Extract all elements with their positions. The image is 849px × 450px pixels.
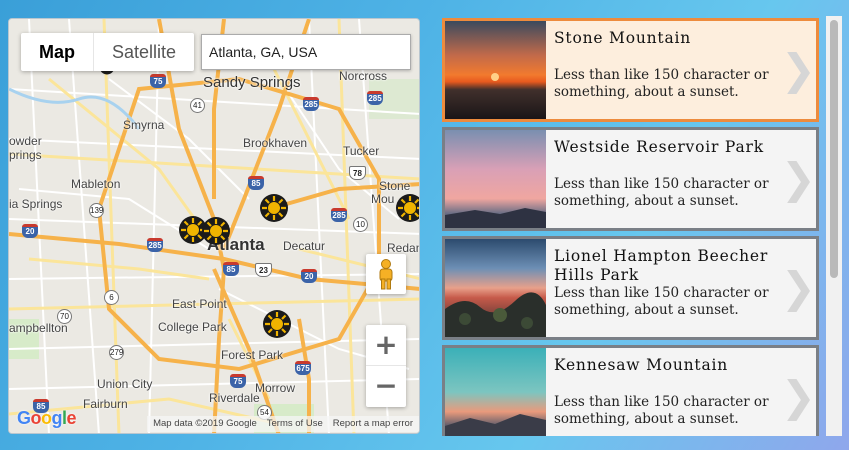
location-card-body: Stone Mountain Less than like 150 charac… [546,21,816,119]
google-logo: Google [17,408,77,428]
interstate-shield: 675 [295,361,311,375]
place-label: Forest Park [221,348,284,362]
place-label: Stone [379,179,411,193]
interstate-shield: 20 [22,224,38,238]
map[interactable]: Sandy Springs Norcross Smyrna Brookhaven… [8,18,420,434]
place-label: East Point [172,297,227,311]
zoom-out-button[interactable]: − [366,366,406,407]
list-scrollbar[interactable] [826,16,842,436]
location-card[interactable]: Kennesaw Mountain Less than like 150 cha… [442,345,819,436]
interstate-shield: 75 [230,374,246,388]
chevron-right-icon: ❯ [780,263,816,312]
interstate-shield: 285 [367,91,383,105]
report-map-error-link[interactable]: Report a map error [333,416,413,432]
place-label: Fairburn [83,397,128,411]
location-title: Westside Reservoir Park [554,138,764,156]
place-label: Sandy Springs [203,74,301,91]
interstate-shield: 20 [301,269,317,283]
interstate-shield: 285 [303,97,319,111]
map-type-satellite-button[interactable]: Satellite [94,33,194,71]
pegman-icon [379,259,393,290]
state-route-shield: 279 [109,345,124,360]
location-description: Less than like 150 character or somethin… [554,394,769,427]
location-card-body: Westside Reservoir Park Less than like 1… [546,130,816,228]
place-label: ampbellton [9,321,68,335]
place-label: Union City [97,377,153,391]
location-thumbnail [445,348,546,436]
map-data-text: Map data ©2019 Google [153,418,257,429]
location-card[interactable]: Lionel Hampton Beecher Hills Park Less t… [442,236,819,340]
chevron-right-icon: ❯ [780,45,816,94]
terms-of-use-link[interactable]: Terms of Use [267,416,323,432]
state-route-shield: 10 [353,217,368,232]
sunset-location-list: Stone Mountain Less than like 150 charac… [442,18,822,436]
us-route-shield: 78 [349,166,366,180]
interstate-shield: 85 [223,262,239,276]
state-route-shield: 70 [57,309,72,324]
place-label: ia Springs [9,197,63,211]
place-label: Brookhaven [243,136,308,150]
place-label: Riverdale [209,391,260,405]
location-thumbnail [445,21,546,119]
sun-marker-icon[interactable] [259,193,289,223]
place-label: Norcross [339,69,388,83]
place-label: Mou [371,192,395,206]
street-view-pegman[interactable] [366,254,406,294]
location-description: Less than like 150 character or somethin… [554,285,769,318]
location-search-input[interactable] [201,34,411,70]
place-label: Smyrna [123,118,165,132]
place-label: Tucker [343,144,380,158]
location-title: Kennesaw Mountain [554,356,729,374]
map-type-toggle: Map Satellite [21,33,195,71]
sun-marker-icon[interactable] [262,309,292,339]
us-route-shield: 23 [255,263,272,277]
place-label: prings [9,148,42,162]
chevron-right-icon: ❯ [780,372,816,421]
place-label: owder [9,134,42,148]
place-label: Morrow [255,381,296,395]
place-label: Mableton [71,177,121,191]
place-label: Decatur [283,239,326,253]
location-card-body: Lionel Hampton Beecher Hills Park Less t… [546,239,816,337]
location-card[interactable]: Stone Mountain Less than like 150 charac… [442,18,819,122]
location-description: Less than like 150 character or somethin… [554,176,769,209]
zoom-in-button[interactable]: + [366,325,406,366]
location-card-body: Kennesaw Mountain Less than like 150 cha… [546,348,816,436]
state-route-shield: 6 [104,290,119,305]
sun-marker-icon[interactable] [201,216,231,246]
chevron-right-icon: ❯ [780,154,816,203]
zoom-control: + − [366,325,406,407]
interstate-shield: 285 [331,208,347,222]
location-description: Less than like 150 character or somethin… [554,67,769,100]
location-title: Stone Mountain [554,29,692,47]
location-card[interactable]: Westside Reservoir Park Less than like 1… [442,127,819,231]
scrollbar-thumb[interactable] [830,20,838,278]
state-route-shield: 139 [89,203,104,218]
interstate-shield: 85 [248,176,264,190]
map-attribution: Map data ©2019 Google Terms of Use Repor… [147,416,419,432]
location-thumbnail [445,239,546,337]
location-thumbnail [445,130,546,228]
map-type-map-button[interactable]: Map [21,33,94,71]
interstate-shield: 285 [147,238,163,252]
place-label: College Park [158,320,227,334]
state-route-shield: 41 [190,98,205,113]
sun-marker-icon[interactable] [395,193,420,223]
location-title: Lionel Hampton Beecher Hills Park [554,247,769,284]
place-label: Redan [387,241,420,255]
interstate-shield: 75 [150,74,166,88]
